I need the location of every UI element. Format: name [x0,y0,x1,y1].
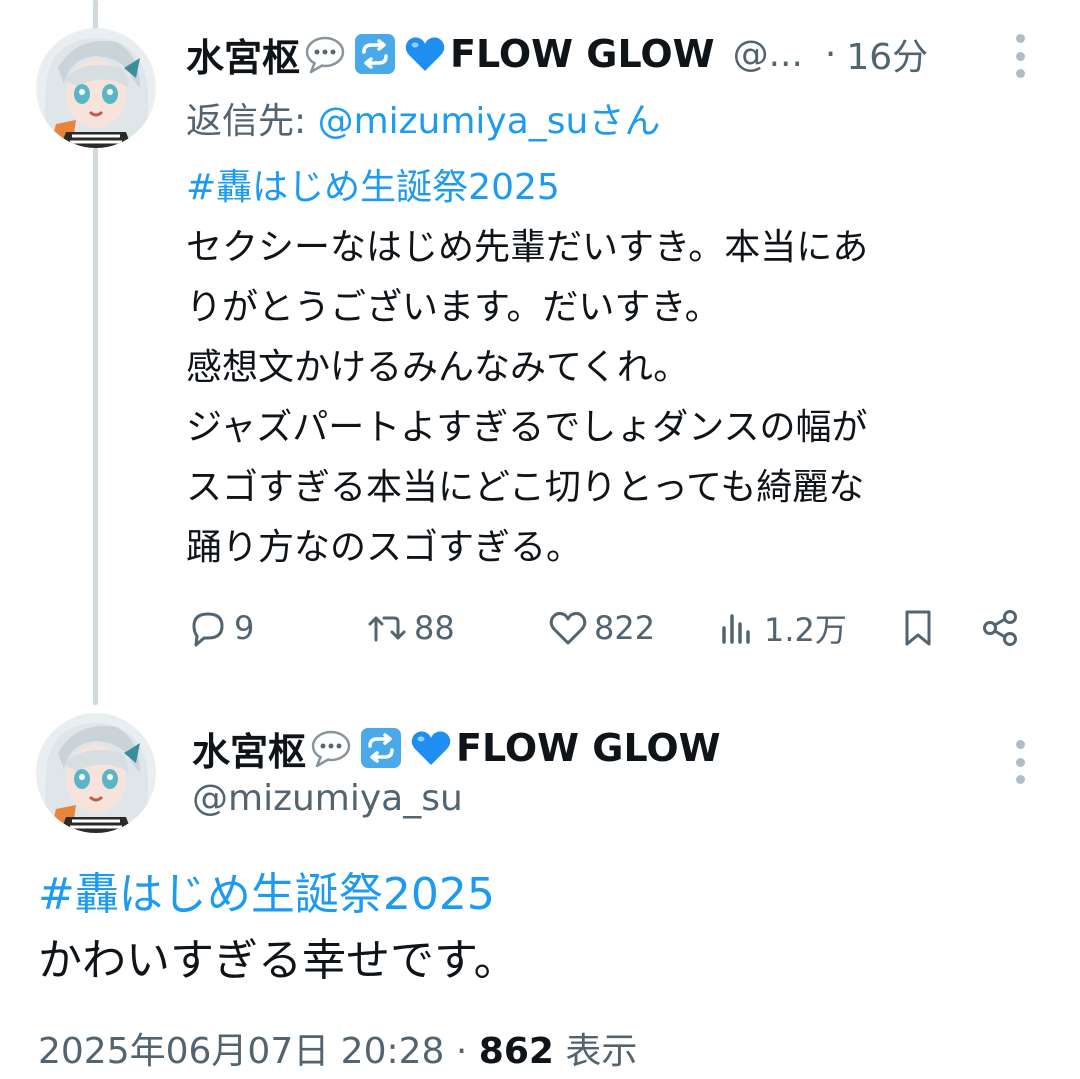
handle-truncated[interactable]: @... [733,34,803,75]
more-dot-icon [1015,51,1025,61]
heart-icon [549,611,587,645]
avatar[interactable] [36,28,156,148]
dot-separator: · [824,33,837,75]
tweet-action-bar: 9 88 822 1.2万 [186,598,1036,658]
dot-separator: · [444,1031,479,1072]
display-name-suffix[interactable]: FLOW GLOW [450,32,715,76]
view-label: 表示 [553,1031,638,1072]
main-tweet-text: #轟はじめ生誕祭2025 かわいすぎる幸せです。 [38,862,518,994]
hashtag-link[interactable]: #轟はじめ生誕祭2025 [38,862,518,928]
tweet-text-line: りがとうございます。だいすき。 [186,287,721,328]
repost-count: 88 [414,609,455,647]
tweet-text-line: スゴすぎる本当にどこ切りとっても綺麗な [186,467,865,508]
view-count: 862 [478,1031,554,1072]
replying-to-mention[interactable]: @mizumiya_suさん [318,101,661,142]
more-dot-icon [1015,34,1025,43]
display-name[interactable]: 水宮枢 [192,721,306,776]
relative-time[interactable]: 16分 [846,28,928,80]
bookmark-button[interactable] [896,598,940,658]
blue-heart-icon [403,32,447,76]
tweet-meta: 2025年06月07日 20:28 · 862 表示 [38,1022,637,1074]
reply-icon [192,612,224,647]
tweet-text-line: 踊り方なのスゴすぎる。 [186,527,583,568]
reply-tweet-text: #轟はじめ生誕祭2025 セクシーなはじめ先輩だいすき。本当にあ りがとうござい… [186,158,1026,578]
more-dot-icon [1015,775,1025,784]
reply-count: 9 [234,609,255,647]
like-count: 822 [594,609,656,647]
display-name[interactable]: 水宮枢 [186,27,300,82]
more-options-button[interactable] [1010,740,1030,784]
reply-author-name-row[interactable]: 水宮枢 FLOW GLOW @... · 16分 [186,28,928,80]
blue-heart-icon [409,726,453,770]
replying-to-label: 返信先: [186,101,318,142]
repost-button[interactable]: 88 [366,598,455,658]
views-button[interactable]: 1.2万 [716,598,847,658]
reply-button[interactable]: 9 [186,598,254,658]
share-icon [983,610,1017,646]
hashtag-link[interactable]: #轟はじめ生誕祭2025 [186,158,1026,218]
repeat-icon [353,32,397,76]
display-name-suffix[interactable]: FLOW GLOW [456,726,721,770]
view-count: 1.2万 [764,611,847,649]
analytics-icon [722,614,750,644]
more-options-button[interactable] [1010,34,1030,78]
timestamp[interactable]: 2025年06月07日 20:28 [38,1031,444,1072]
more-dot-icon [1015,740,1025,749]
tweet-text-line: 感想文かけるみんなみてくれ。 [186,347,690,388]
replying-to: 返信先: @mizumiya_suさん [186,92,660,144]
bookmark-icon [905,610,931,646]
speech-bubble-icon [303,32,347,76]
more-dot-icon [1015,69,1025,78]
more-dot-icon [1015,757,1025,767]
repeat-icon [359,726,403,770]
avatar[interactable] [36,713,156,833]
tweet-text-line: かわいすぎる幸せです。 [38,935,518,986]
like-button[interactable]: 822 [546,598,655,658]
repost-icon [368,616,406,642]
tweet-text-line: ジャズパートよすぎるでしょダンスの幅が [186,407,868,448]
speech-bubble-icon [309,726,353,770]
author-handle[interactable]: @mizumiya_su [192,778,463,819]
main-author-name-row[interactable]: 水宮枢 FLOW GLOW [192,724,721,774]
tweet-text-line: セクシーなはじめ先輩だいすき。本当にあ [186,227,869,268]
share-button[interactable] [978,598,1022,658]
